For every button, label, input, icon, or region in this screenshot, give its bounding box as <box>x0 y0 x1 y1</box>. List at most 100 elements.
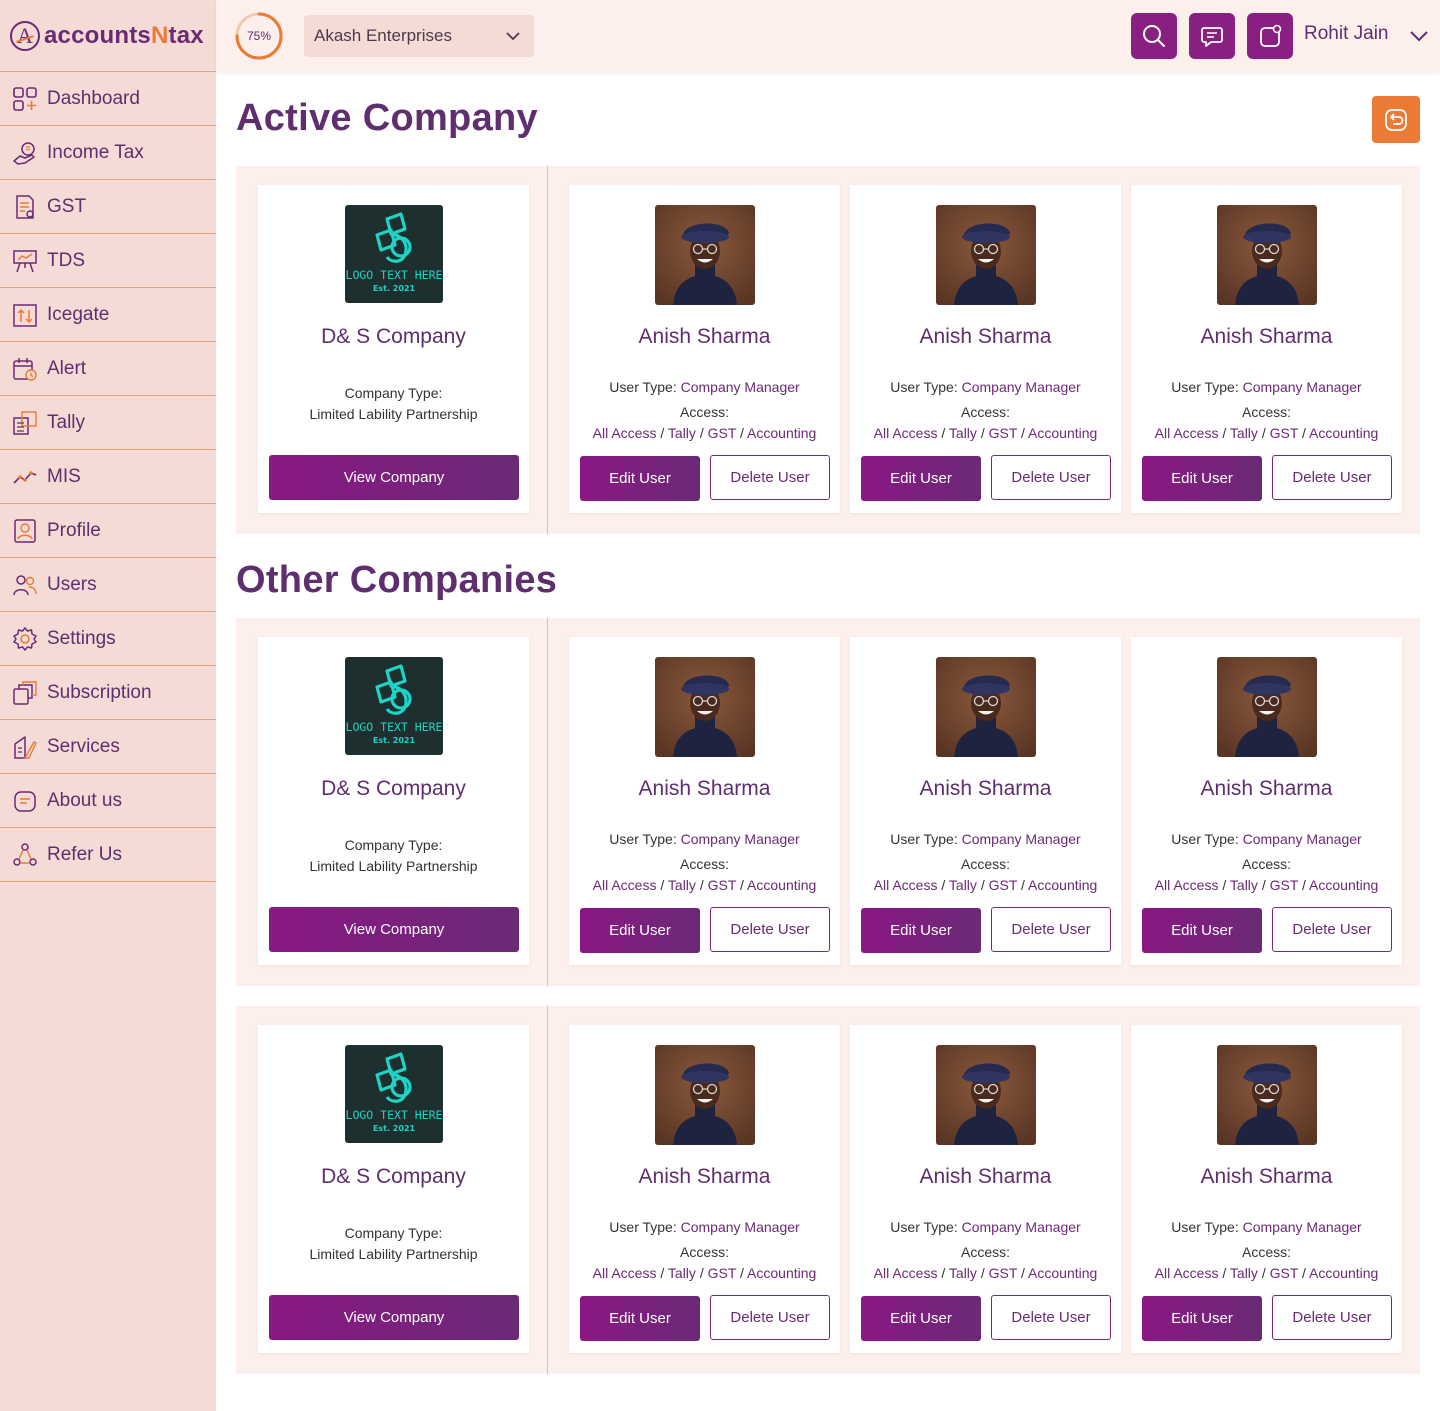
sidebar-item-gst[interactable]: GST <box>0 180 216 234</box>
brand-logo[interactable]: A accountsNtax <box>0 0 216 72</box>
access-item: GST <box>988 425 1018 441</box>
user-type-label: User Type: <box>1171 831 1239 847</box>
company-logo-frame: LOGO TEXT HERE Est. 2021 <box>344 205 443 303</box>
edit-user-button[interactable]: Edit User <box>1142 908 1262 953</box>
delete-user-button[interactable]: Delete User <box>991 455 1111 500</box>
user-type-value: Company Manager <box>961 831 1081 847</box>
user-type-value: Company Manager <box>1242 379 1362 395</box>
delete-user-button[interactable]: Delete User <box>1272 907 1392 952</box>
company-logo: LOGO TEXT HERE Est. 2021 <box>344 205 443 303</box>
access-item: Accounting <box>1028 425 1098 441</box>
sidebar-item-refer-us[interactable]: Refer Us <box>0 828 216 882</box>
view-company-button[interactable]: View Company <box>269 1295 519 1340</box>
sidebar-item-alert[interactable]: Alert <box>0 342 216 396</box>
company-logo-frame: LOGO TEXT HERE Est. 2021 <box>344 1045 443 1143</box>
user-type-label: User Type: <box>609 379 677 395</box>
access-item: Tally <box>667 877 696 893</box>
access-list: All Access / Tally / GST / Accounting <box>1131 425 1402 441</box>
group-divider <box>547 166 548 534</box>
access-item: All Access <box>1154 425 1219 441</box>
access-separator: / <box>941 1265 946 1281</box>
user-photo <box>1216 205 1317 305</box>
delete-user-button[interactable]: Delete User <box>1272 455 1392 500</box>
access-list: All Access / Tally / GST / Accounting <box>1131 877 1402 893</box>
edit-user-button[interactable]: Edit User <box>580 908 700 953</box>
edit-user-button[interactable]: Edit User <box>1142 1296 1262 1341</box>
mis-icon <box>12 464 38 490</box>
about-icon <box>12 788 38 814</box>
access-item: All Access <box>592 1265 657 1281</box>
edit-user-button[interactable]: Edit User <box>580 456 700 501</box>
notifications-button[interactable] <box>1247 13 1293 59</box>
sidebar-item-icegate[interactable]: Icegate <box>0 288 216 342</box>
svg-text:LOGO TEXT HERE: LOGO TEXT HERE <box>345 268 442 282</box>
sidebar-item-tds[interactable]: TDS <box>0 234 216 288</box>
access-label: Access: <box>960 404 1010 420</box>
edit-user-button[interactable]: Edit User <box>861 1296 981 1341</box>
edit-user-button[interactable]: Edit User <box>1142 456 1262 501</box>
sidebar-item-profile[interactable]: Profile <box>0 504 216 558</box>
user-name: Anish Sharma <box>638 777 771 800</box>
access-separator: / <box>1302 425 1306 441</box>
access-separator: / <box>1302 1265 1306 1281</box>
access-separator: / <box>1021 877 1025 893</box>
user-menu-name[interactable]: Rohit Jain <box>1304 23 1389 45</box>
access-item: All Access <box>1154 877 1219 893</box>
company-card: LOGO TEXT HERE Est. 2021 D& S Company Co… <box>258 1025 529 1353</box>
access-label: Access: <box>960 1244 1010 1260</box>
user-type-value: Company Manager <box>680 379 800 395</box>
sidebar-item-income-tax[interactable]: Income Tax <box>0 126 216 180</box>
tally-icon <box>12 410 38 436</box>
access-list: All Access / Tally / GST / Accounting <box>850 877 1121 893</box>
avatar <box>1216 205 1317 305</box>
other-company-group: LOGO TEXT HERE Est. 2021 D& S Company Co… <box>236 618 1420 986</box>
avatar <box>935 1045 1036 1145</box>
delete-user-button[interactable]: Delete User <box>991 907 1111 952</box>
chat-icon <box>1201 27 1223 47</box>
settings-icon <box>12 626 38 652</box>
company-name: D& S Company <box>321 777 466 800</box>
delete-user-button[interactable]: Delete User <box>710 455 830 500</box>
svg-text:Est. 2021: Est. 2021 <box>372 284 415 293</box>
search-button[interactable] <box>1131 13 1177 59</box>
access-item: All Access <box>873 425 938 441</box>
company-type-value: Limited Lability Partnership <box>309 1246 478 1262</box>
sidebar-item-subscription[interactable]: Subscription <box>0 666 216 720</box>
access-label: Access: <box>679 404 729 420</box>
sidebar-item-users[interactable]: Users <box>0 558 216 612</box>
user-type-label: User Type: <box>1171 1219 1239 1235</box>
user-menu-chevron-icon[interactable] <box>1408 25 1430 47</box>
user-card: Anish Sharma User Type: Company Manager … <box>569 185 840 513</box>
messages-button[interactable] <box>1189 13 1235 59</box>
sidebar-item-settings[interactable]: Settings <box>0 612 216 666</box>
switch-back-button[interactable] <box>1372 96 1420 143</box>
user-type-value: Company Manager <box>680 831 800 847</box>
sidebar-item-services[interactable]: Services <box>0 720 216 774</box>
view-company-button[interactable]: View Company <box>269 907 519 952</box>
delete-user-button[interactable]: Delete User <box>710 1295 830 1340</box>
delete-user-button[interactable]: Delete User <box>991 1295 1111 1340</box>
edit-user-button[interactable]: Edit User <box>580 1296 700 1341</box>
delete-user-button[interactable]: Delete User <box>1272 1295 1392 1340</box>
sidebar-item-label: MIS <box>47 465 81 487</box>
company-select[interactable]: Akash Enterprises <box>304 15 534 57</box>
sidebar-item-dashboard[interactable]: Dashboard <box>0 72 216 126</box>
view-company-button[interactable]: View Company <box>269 455 519 500</box>
sidebar-item-tally[interactable]: Tally <box>0 396 216 450</box>
company-type-label: Company Type: <box>344 385 443 401</box>
edit-user-button[interactable]: Edit User <box>861 456 981 501</box>
access-label: Access: <box>1241 404 1291 420</box>
sidebar: A accountsNtax Dashboard Income Tax GST TDS… <box>0 0 216 1411</box>
alert-icon <box>12 356 38 382</box>
edit-user-button[interactable]: Edit User <box>861 908 981 953</box>
user-card: Anish Sharma User Type: Company Manager … <box>850 1025 1121 1353</box>
sidebar-item-mis[interactable]: MIS <box>0 450 216 504</box>
company-type-label: Company Type: <box>344 1225 443 1241</box>
user-photo <box>935 1045 1036 1145</box>
delete-user-button[interactable]: Delete User <box>710 907 830 952</box>
sidebar-item-about-us[interactable]: About us <box>0 774 216 828</box>
user-name: Anish Sharma <box>919 1165 1052 1188</box>
access-separator: / <box>980 877 985 893</box>
access-item: Accounting <box>1309 877 1379 893</box>
completion-percent: 75% <box>246 29 272 43</box>
